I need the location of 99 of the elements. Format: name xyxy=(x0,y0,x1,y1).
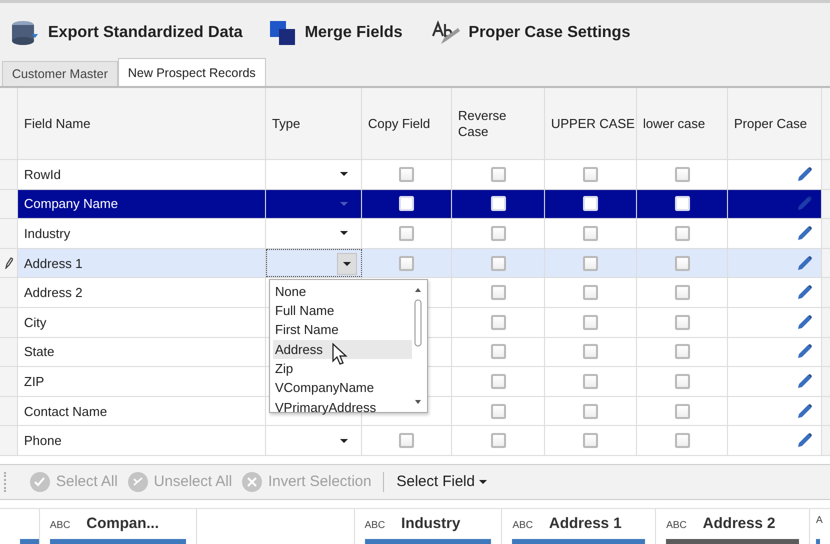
checkbox[interactable] xyxy=(490,256,506,271)
column-header[interactable]: ABC Industry xyxy=(354,508,502,544)
checkbox[interactable] xyxy=(490,404,506,419)
checkbox[interactable] xyxy=(399,433,414,448)
column-header[interactable]: ABC Compan... xyxy=(40,508,197,544)
pencil-icon[interactable] xyxy=(796,432,813,450)
caret-icon[interactable] xyxy=(339,229,349,238)
type-label: ABC xyxy=(512,520,533,531)
checkbox[interactable] xyxy=(399,256,414,271)
squares-icon xyxy=(268,20,297,46)
column-header[interactable]: Type xyxy=(272,116,300,132)
checkbox[interactable] xyxy=(490,433,506,448)
checkbox[interactable] xyxy=(490,314,506,330)
pencil-icon[interactable] xyxy=(796,372,813,390)
type-label: ABC xyxy=(50,520,70,531)
checkbox[interactable] xyxy=(583,314,598,330)
column-strip xyxy=(20,508,40,544)
checkbox[interactable] xyxy=(583,433,598,448)
table-cell: Contact Name xyxy=(24,404,108,419)
toolbar-button[interactable]: Export Standardized Data xyxy=(10,20,243,46)
checkbox[interactable] xyxy=(490,285,506,300)
column-header[interactable]: lower case xyxy=(643,116,706,132)
checkbox[interactable] xyxy=(583,344,598,360)
checkbox[interactable] xyxy=(674,256,690,271)
checkbox[interactable] xyxy=(583,256,598,271)
caret-icon xyxy=(478,478,487,485)
dropdown-option[interactable]: First Name xyxy=(273,320,412,340)
table-cell: Address 1 xyxy=(24,256,83,271)
checkbox[interactable] xyxy=(674,433,690,448)
column-header[interactable]: Reverse Case xyxy=(458,108,518,140)
pencil-icon[interactable] xyxy=(796,314,813,331)
toolbar-button[interactable]: Proper Case Settings xyxy=(428,20,630,46)
checkbox[interactable] xyxy=(583,404,598,419)
row-header[interactable] xyxy=(0,248,18,278)
type-label: ABC xyxy=(364,520,386,531)
table-cell: RowId xyxy=(24,166,61,182)
checkbox[interactable] xyxy=(583,285,598,300)
checkbox[interactable] xyxy=(399,196,414,212)
database-icon xyxy=(10,20,40,46)
column-header[interactable]: ABC Address 2 xyxy=(656,508,810,544)
dropdown-option[interactable]: Address xyxy=(273,340,412,359)
dropdown-list[interactable]: None Full Name First Name Address Zip VCompanyName VPrimaryAddress xyxy=(269,278,428,413)
check-circle-icon xyxy=(30,472,50,492)
column-header[interactable]: UPPER CASE xyxy=(551,116,635,132)
checkbox[interactable] xyxy=(674,344,690,360)
checkbox[interactable] xyxy=(399,226,414,241)
caret-icon[interactable] xyxy=(339,436,349,445)
column-header[interactable]: Proper Case xyxy=(734,116,807,132)
table-cell: City xyxy=(24,314,46,330)
close-circle-icon xyxy=(242,472,262,492)
dropdown-option[interactable]: Zip xyxy=(273,358,412,378)
caret-icon[interactable] xyxy=(339,170,349,178)
tab[interactable]: Customer Master xyxy=(2,61,118,86)
table-cell: Phone xyxy=(24,433,62,448)
checkbox[interactable] xyxy=(674,374,690,389)
type-label: A xyxy=(816,514,823,526)
pencil-icon[interactable] xyxy=(796,254,813,272)
checkbox[interactable] xyxy=(674,166,690,182)
table-cell: Company Name xyxy=(24,196,118,212)
column-header[interactable]: Copy Field xyxy=(368,116,430,132)
checkbox[interactable] xyxy=(490,344,506,360)
table-cell: ZIP xyxy=(24,374,44,389)
column-header[interactable]: A xyxy=(810,508,830,544)
dropdown-option[interactable]: Full Name xyxy=(273,301,412,320)
dropdown-button[interactable] xyxy=(337,252,357,275)
dropdown-option[interactable]: None xyxy=(273,282,412,302)
checkbox[interactable] xyxy=(583,196,598,212)
checkbox[interactable] xyxy=(490,374,506,389)
column-header[interactable]: Field Name xyxy=(24,116,90,132)
check-circle-icon xyxy=(128,472,148,492)
grip-handle[interactable] xyxy=(4,472,8,492)
checkbox[interactable] xyxy=(490,166,506,182)
checkbox[interactable] xyxy=(674,314,690,330)
checkbox[interactable] xyxy=(583,226,598,241)
select-field-menu[interactable]: Select Field xyxy=(396,473,487,490)
toolbar-button[interactable]: Merge Fields xyxy=(268,20,403,46)
pencil-icon[interactable] xyxy=(796,166,813,183)
pencil-icon[interactable] xyxy=(796,224,813,242)
type-label: ABC xyxy=(666,520,687,531)
checkbox[interactable] xyxy=(399,166,414,182)
pencil-icon[interactable] xyxy=(796,402,813,420)
checkbox[interactable] xyxy=(674,226,690,241)
checkbox[interactable] xyxy=(674,196,690,212)
checkbox[interactable] xyxy=(490,226,506,241)
checkbox[interactable] xyxy=(674,285,690,300)
checkbox[interactable] xyxy=(490,196,506,212)
checkbox[interactable] xyxy=(674,404,690,419)
checkbox[interactable] xyxy=(583,374,598,389)
table-cell: Address 2 xyxy=(24,285,83,300)
tab[interactable]: New Prospect Records xyxy=(118,58,266,86)
pointer-icon xyxy=(332,342,348,365)
table-cell: State xyxy=(24,344,54,360)
table-cell: Industry xyxy=(24,226,70,241)
pencil-icon xyxy=(4,257,12,270)
column-header[interactable]: ABC Address 1 xyxy=(502,508,656,544)
pencil-icon[interactable] xyxy=(796,343,813,360)
pencil-icon[interactable] xyxy=(796,284,813,302)
checkbox[interactable] xyxy=(583,166,598,182)
dropdown-option[interactable]: VCompanyName xyxy=(273,378,412,398)
